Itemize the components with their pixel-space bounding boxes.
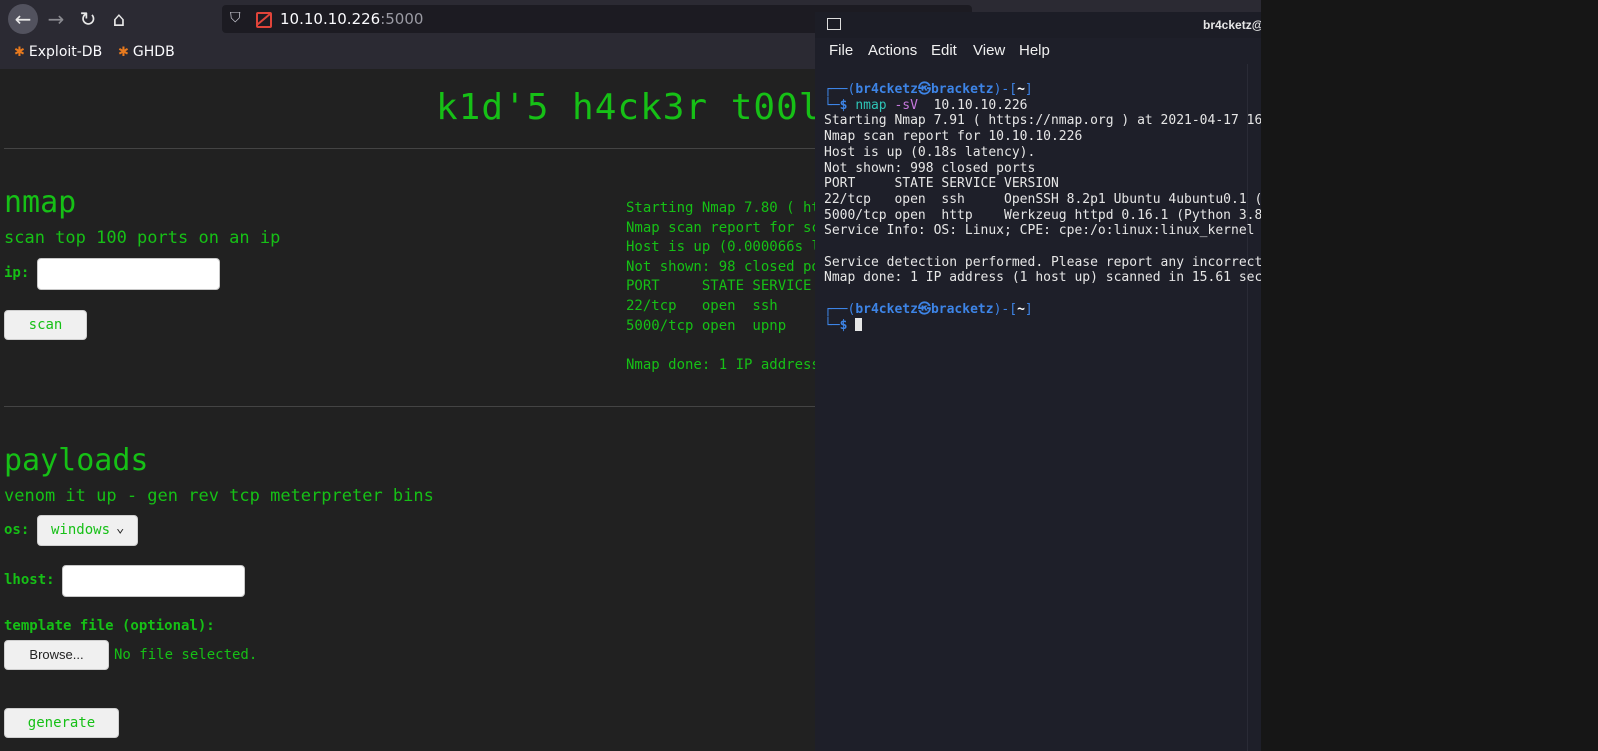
bookmark-ghdb[interactable]: ✱ GHDB [118,44,175,60]
payloads-heading: payloads [4,443,149,478]
ip-input[interactable] [37,258,220,290]
home-icon: ⌂ [112,7,126,31]
bug-icon: ✱ [118,45,129,60]
lhost-label: lhost: [4,572,55,588]
prompt-at: ㉿ [917,82,931,97]
prompt-dollar: $ [839,317,856,333]
back-arrow-icon: ← [14,7,32,31]
os-select[interactable]: windows ⌄ [37,515,138,546]
os-selected-value: windows [51,522,111,538]
bug-icon: ✱ [14,45,25,60]
template-file-label: template file (optional): [4,618,215,634]
home-button[interactable]: ⌂ [104,4,134,34]
insecure-lock-icon[interactable] [256,12,272,28]
browse-button[interactable]: Browse... [4,640,109,670]
prompt-decor: ] [1024,301,1033,317]
nmap-output: Starting Nmap 7.80 ( ht Nmap scan report… [626,200,820,373]
reload-button[interactable]: ↻ [73,4,103,34]
nmap-heading: nmap [4,185,77,220]
prompt-host: bracketz [930,82,994,97]
prompt-path: ~ [1017,301,1025,317]
prompt-decor: ┌──( [824,82,856,97]
menu-actions[interactable]: Actions [868,42,917,59]
generate-button[interactable]: generate [4,708,119,738]
menu-edit[interactable]: Edit [931,42,957,59]
bookmark-exploit-db[interactable]: ✱ Exploit-DB [14,44,102,60]
forward-arrow-icon: → [47,7,65,31]
command-name: nmap [855,97,887,113]
os-label: os: [4,522,30,538]
shield-icon[interactable]: ⛉ [230,10,241,26]
ip-label: ip: [4,265,30,281]
prompt-decor: ] [1024,82,1033,97]
prompt-decor: └─ [824,97,840,113]
prompt-user: br4cketz [855,301,918,317]
command-target: 10.10.10.226 [933,97,1028,113]
back-button[interactable]: ← [8,4,38,34]
url-text[interactable]: 10.10.10.226:5000 [280,10,423,28]
terminal-window-icon [827,18,841,30]
prompt-at: ㉿ [917,301,931,317]
no-file-text: No file selected. [114,647,258,663]
prompt-user: br4cketz [855,82,918,97]
terminal-window[interactable]: br4cketz@bracketz: ~ File Actions Edit V… [815,0,1598,751]
lhost-input[interactable] [62,565,245,597]
menu-view[interactable]: View [973,42,1005,59]
command-flag: -sV [894,97,918,113]
prompt-dollar: $ [839,97,856,113]
nmap-subtitle: scan top 100 ports on an ip [4,228,281,248]
prompt-decor: ┌──( [824,301,856,317]
forward-button[interactable]: → [41,4,71,34]
payloads-subtitle: venom it up - gen rev tcp meterpreter bi… [4,486,434,506]
scan-button[interactable]: scan [4,310,87,340]
url-port: :5000 [380,10,424,28]
divider [4,406,820,407]
page-title: k1d'5 h4ck3r t00l5 [436,87,845,128]
terminal-cursor [855,317,863,331]
divider [4,148,820,149]
chevron-down-icon: ⌄ [116,520,125,536]
prompt-path: ~ [1017,82,1025,97]
menu-help[interactable]: Help [1019,42,1050,59]
prompt-decor: )-[ [993,301,1018,317]
desktop-background [1261,0,1598,751]
reload-icon: ↻ [79,7,97,31]
url-host: 10.10.10.226 [280,10,381,28]
prompt-decor: )-[ [993,82,1018,97]
prompt-host: bracketz [930,301,994,317]
prompt-decor: └─ [824,317,840,333]
menu-file[interactable]: File [829,42,853,59]
